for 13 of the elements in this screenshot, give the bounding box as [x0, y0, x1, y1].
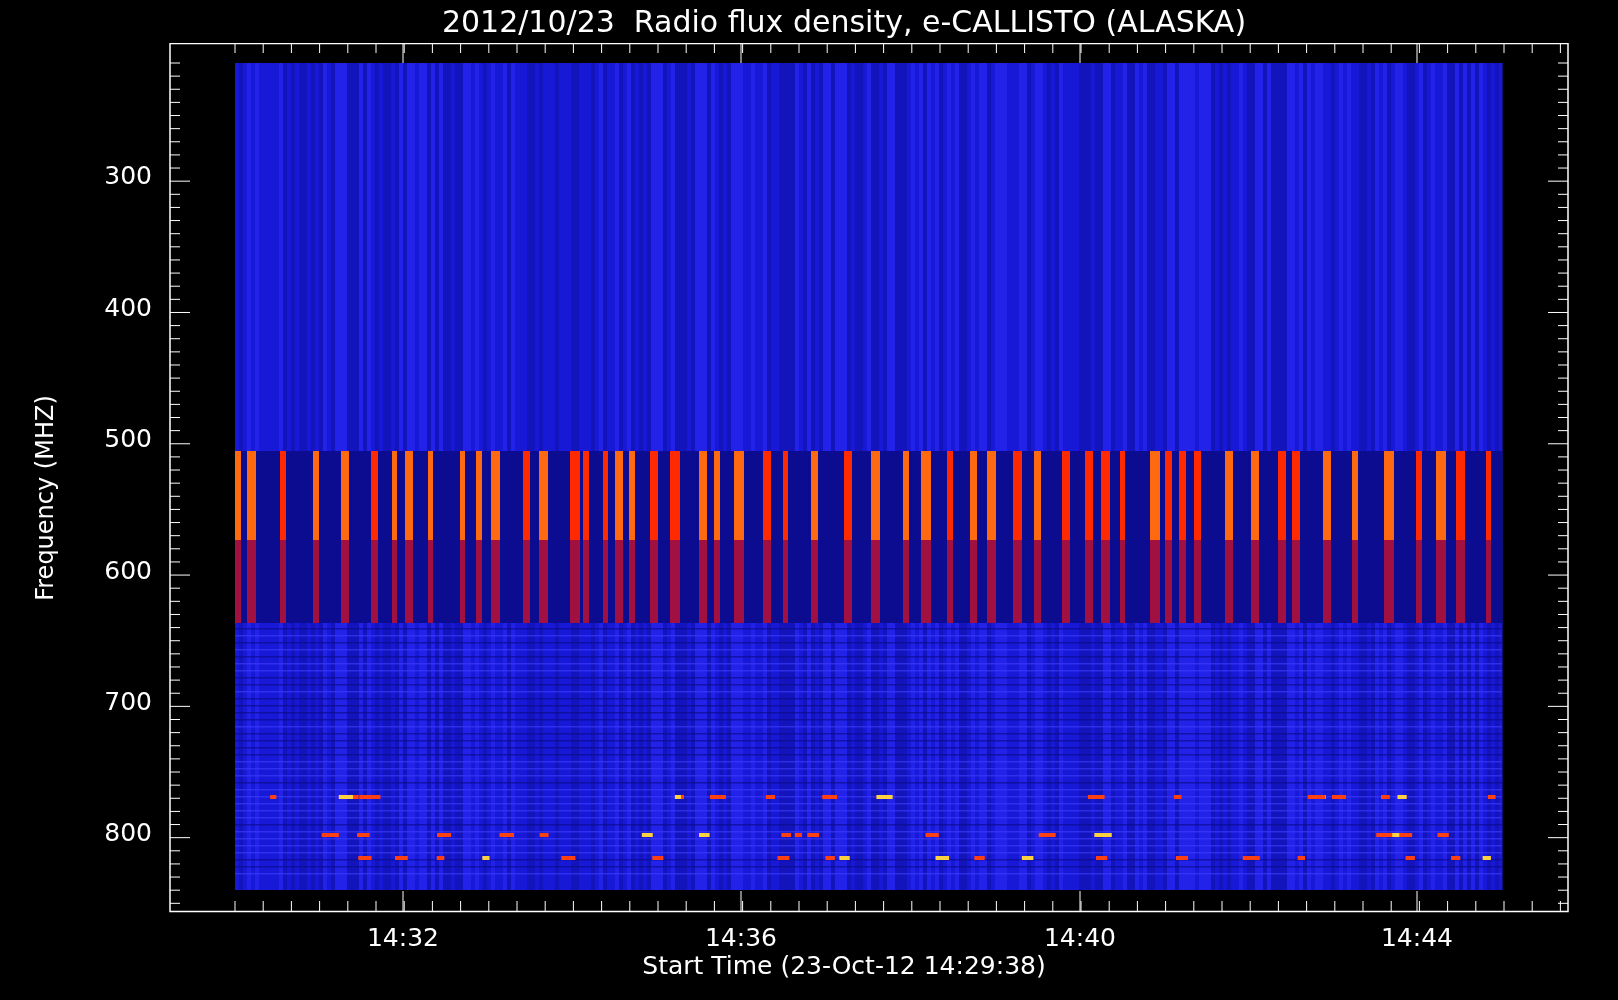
tick-label: 800: [104, 818, 152, 847]
tick-label: 500: [104, 424, 152, 453]
tick-label: 14:44: [1381, 923, 1453, 952]
tick-label: 14:40: [1044, 923, 1116, 952]
tick-label: 14:36: [705, 923, 777, 952]
y-axis-label: Frequency (MHZ): [33, 395, 57, 601]
tick-label: 300: [104, 161, 152, 190]
x-axis-label: Start Time (23-Oct-12 14:29:38): [642, 953, 1046, 978]
tick-label: 700: [104, 687, 152, 716]
tick-label: 600: [104, 556, 152, 585]
tick-label: 400: [104, 293, 152, 322]
tick-label: 14:32: [367, 923, 439, 952]
chart-title: 2012/10/23 Radio flux density, e-CALLISTO (ALASKA): [441, 6, 1247, 37]
